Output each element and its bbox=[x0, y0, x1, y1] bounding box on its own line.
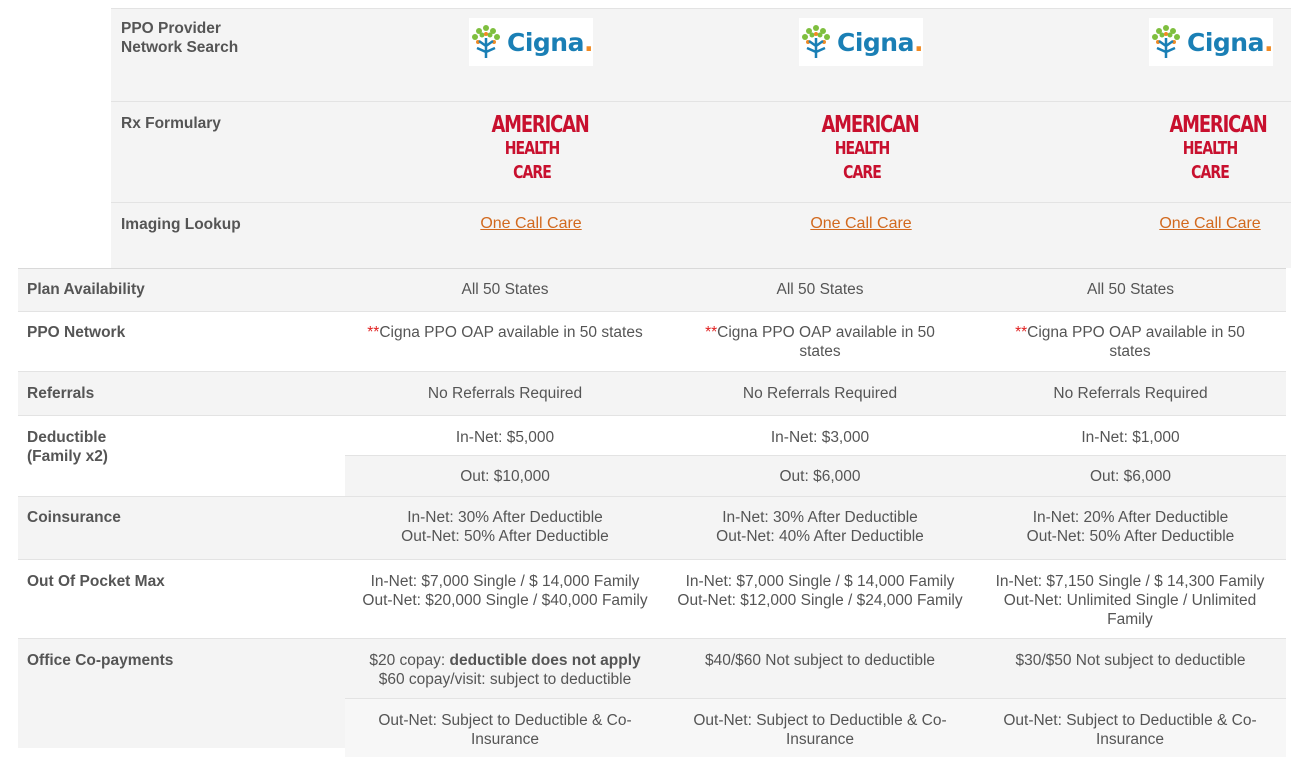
referrals-col1: No Referrals Required bbox=[427, 385, 583, 402]
cigna-logo[interactable]: Cigna. bbox=[469, 18, 593, 66]
deductible-in-col3: In-Net: $1,000 bbox=[1081, 429, 1180, 446]
one-call-care-link[interactable]: One Call Care bbox=[1159, 215, 1260, 232]
one-call-care-link[interactable]: One Call Care bbox=[810, 215, 911, 232]
cigna-wordmark: Cigna. bbox=[507, 27, 593, 57]
deductible-out-col3: Out: $6,000 bbox=[1089, 468, 1171, 485]
coinsurance-col2: In-Net: 30% After Deductible Out-Net: 40%… bbox=[716, 509, 924, 545]
office-copay-col1: $20 copay: deductible does not apply $60 … bbox=[369, 652, 641, 688]
imaging-lookup-label: Imaging Lookup bbox=[121, 216, 241, 233]
office-copay-label: Office Co-payments bbox=[27, 652, 174, 669]
office-copay-label-extension bbox=[18, 698, 345, 748]
deductible-out-col2: Out: $6,000 bbox=[779, 468, 861, 485]
imaging-link-col2-wrap: One Call Care bbox=[761, 214, 961, 233]
american-health-care-logo[interactable]: AMERICAN HEALTH CARE bbox=[810, 113, 919, 183]
imaging-link-col1-wrap: One Call Care bbox=[431, 214, 631, 233]
office-copay-out-col3: Out-Net: Subject to Deductible & Co-Insu… bbox=[1003, 712, 1257, 748]
ppo-network-col1: **Cigna PPO OAP available in 50 states bbox=[367, 324, 643, 341]
rx-formulary-row-bg bbox=[111, 102, 1291, 202]
american-health-care-logo[interactable]: AMERICAN HEALTH CARE bbox=[1158, 113, 1267, 183]
deductible-in-col2: In-Net: $3,000 bbox=[770, 429, 870, 446]
oop-max-col3: In-Net: $7,150 Single / $ 14,300 Family … bbox=[995, 573, 1265, 628]
deductible-in-col1: In-Net: $5,000 bbox=[455, 429, 555, 446]
imaging-lookup-row-bg bbox=[111, 203, 1291, 268]
one-call-care-link[interactable]: One Call Care bbox=[480, 215, 581, 232]
divider bbox=[18, 311, 1286, 312]
plan-availability-col2: All 50 States bbox=[776, 281, 864, 298]
ppo-network-col3: **Cigna PPO OAP available in 50 states bbox=[1015, 324, 1245, 360]
referrals-label: Referrals bbox=[27, 385, 95, 402]
office-copay-col3: $30/$50 Not subject to deductible bbox=[1015, 652, 1246, 669]
divider bbox=[111, 8, 1291, 9]
oop-max-col2: In-Net: $7,000 Single / $ 14,000 Family … bbox=[677, 573, 963, 609]
plan-availability-label: Plan Availability bbox=[27, 281, 145, 298]
plan-availability-col1: All 50 States bbox=[461, 281, 549, 298]
rx-formulary-label: Rx Formulary bbox=[121, 115, 221, 132]
cigna-logo[interactable]: Cigna. bbox=[1149, 18, 1273, 66]
plan-availability-col3: All 50 States bbox=[1086, 281, 1175, 298]
divider bbox=[18, 415, 1286, 416]
office-copay-col2: $40/$60 Not subject to deductible bbox=[704, 652, 936, 669]
ppo-provider-label: PPO Provider Network Search bbox=[121, 20, 239, 56]
oop-max-col1: In-Net: $7,000 Single / $ 14,000 Family … bbox=[362, 573, 648, 609]
coinsurance-col3: In-Net: 20% After Deductible Out-Net: 50%… bbox=[1026, 509, 1235, 545]
cigna-tree-icon bbox=[472, 25, 500, 58]
imaging-link-col3-wrap: One Call Care bbox=[1110, 214, 1291, 233]
coinsurance-col1: In-Net: 30% After Deductible Out-Net: 50%… bbox=[401, 509, 609, 545]
coinsurance-label: Coinsurance bbox=[27, 509, 121, 526]
referrals-col2: No Referrals Required bbox=[742, 385, 898, 402]
deductible-out-col1: Out: $10,000 bbox=[460, 468, 550, 485]
ppo-network-label: PPO Network bbox=[27, 324, 126, 341]
office-copay-out-col1: Out-Net: Subject to Deductible & Co-Insu… bbox=[378, 712, 632, 748]
cigna-wordmark: Cigna. bbox=[1187, 27, 1273, 57]
cigna-logo[interactable]: Cigna. bbox=[799, 18, 923, 66]
office-copay-out-col2: Out-Net: Subject to Deductible & Co-Insu… bbox=[693, 712, 947, 748]
oop-max-label: Out Of Pocket Max bbox=[27, 573, 165, 590]
referrals-col3: No Referrals Required bbox=[1053, 385, 1208, 402]
cigna-tree-icon bbox=[1152, 25, 1180, 58]
cigna-tree-icon bbox=[802, 25, 830, 58]
american-health-care-logo[interactable]: AMERICAN HEALTH CARE bbox=[480, 113, 589, 183]
divider bbox=[18, 559, 1286, 560]
ppo-network-col2: **Cigna PPO OAP available in 50 states bbox=[705, 324, 935, 360]
cigna-wordmark: Cigna. bbox=[837, 27, 923, 57]
deductible-label: Deductible (Family x2) bbox=[27, 429, 108, 465]
